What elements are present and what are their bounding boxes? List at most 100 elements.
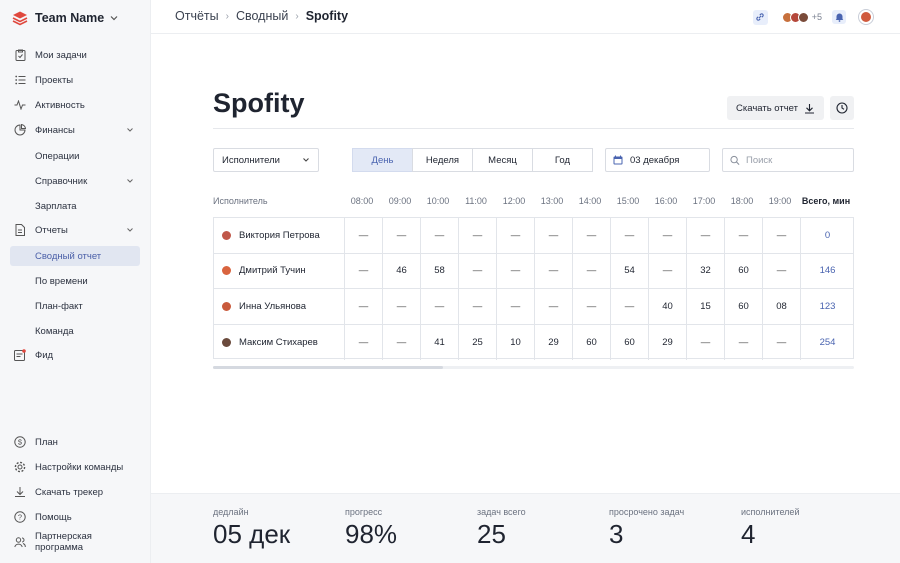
sidebar-item-projects[interactable]: Проекты: [10, 70, 140, 90]
sidebar-item-reports[interactable]: Отчеты: [10, 220, 140, 240]
avatar: [222, 301, 231, 311]
sidebar-item-partner-program[interactable]: Партнерская программа: [10, 531, 140, 553]
clock-icon: [836, 102, 848, 114]
chevron-down-icon: [110, 16, 118, 21]
hour-cell: —: [420, 218, 458, 253]
stat-label: прогресс: [345, 507, 383, 517]
hour-cell: 29: [648, 324, 686, 360]
hour-cell: 29: [534, 324, 572, 360]
user-avatar[interactable]: [858, 9, 874, 25]
sidebar-item-label: Активность: [35, 99, 85, 111]
stat-value: 98%: [345, 519, 398, 549]
sidebar-item-label: Фид: [35, 349, 54, 361]
sidebar-item-my-tasks[interactable]: Мои задачи: [10, 45, 140, 65]
dollar-icon: $: [14, 436, 26, 448]
hour-cell: 40: [648, 289, 686, 324]
column-header-hour: 12:00: [502, 196, 526, 206]
sidebar-item-salary[interactable]: Зарплата: [10, 196, 140, 216]
team-switcher[interactable]: Team Name: [12, 9, 118, 27]
hour-cell: —: [382, 218, 420, 253]
tab-year[interactable]: Год: [532, 148, 593, 172]
chevron-down-icon: [127, 179, 133, 183]
table-scrollbar[interactable]: [213, 366, 854, 369]
sidebar-item-summary-report[interactable]: Сводный отчет: [10, 246, 140, 266]
column-header-hour: 14:00: [578, 196, 602, 206]
link-button[interactable]: [752, 9, 768, 25]
hour-cell: —: [762, 218, 800, 253]
sidebar-item-operations[interactable]: Операции: [10, 146, 140, 166]
history-button[interactable]: [830, 96, 854, 120]
hour-cell: —: [724, 324, 762, 360]
column-header-hour: 19:00: [768, 196, 792, 206]
sidebar-item-label: Отчеты: [35, 224, 68, 236]
hour-cell: —: [458, 218, 496, 253]
total-cell[interactable]: 0: [800, 218, 854, 253]
column-header-total: Всего, мин: [801, 196, 851, 206]
bell-icon: [835, 13, 843, 22]
chevron-down-icon: [127, 228, 133, 232]
table-row[interactable]: Виктория Петрова — — — — — — — — — — — —0: [214, 218, 853, 254]
sidebar-item-finance[interactable]: Финансы: [10, 120, 140, 140]
topbar: Отчёты › Сводный › Spofity +5: [151, 0, 900, 34]
chevron-down-icon: [303, 158, 309, 162]
table-row[interactable]: Максим Стихарев — —41 25 10 29 60 60 29— — —254: [214, 324, 854, 360]
team-avatars[interactable]: +5: [781, 11, 822, 23]
hour-cell: —: [458, 289, 496, 324]
total-cell[interactable]: 254: [800, 324, 854, 360]
sidebar-item-directory[interactable]: Справочник: [10, 171, 140, 191]
table-row[interactable]: Инна Ульянова — — — — — — — —40 15 60 08 123: [214, 289, 853, 325]
svg-text:?: ?: [18, 513, 22, 522]
hour-cell: 54: [610, 253, 648, 288]
executors-select[interactable]: Исполнители: [213, 148, 319, 172]
hour-cell: —: [572, 289, 610, 324]
sidebar-item-activity[interactable]: Активность: [10, 95, 140, 115]
breadcrumb-current: Spofity: [305, 9, 349, 23]
sidebar-item-plan[interactable]: $ План: [10, 432, 140, 452]
hour-cell: —: [534, 289, 572, 324]
hour-cell: —: [686, 324, 724, 360]
clipboard-icon: [14, 49, 26, 61]
sidebar-item-label: Помощь: [35, 511, 72, 523]
notifications-button[interactable]: [832, 10, 846, 24]
breadcrumb-summary[interactable]: Сводный: [236, 9, 288, 23]
sidebar-item-label: Операции: [35, 150, 80, 162]
column-header-hour: 16:00: [654, 196, 678, 206]
scrollbar-thumb[interactable]: [213, 366, 443, 369]
hour-cell: —: [762, 253, 800, 288]
sidebar-item-label: Мои задачи: [35, 49, 87, 61]
hour-cell: —: [610, 218, 648, 253]
search-box: [722, 148, 854, 172]
sidebar-item-plan-fact[interactable]: План-факт: [10, 296, 140, 316]
total-cell[interactable]: 146: [800, 253, 854, 288]
document-icon: [14, 224, 26, 236]
sidebar-item-team[interactable]: Команда: [10, 321, 140, 341]
hour-cell: —: [496, 253, 534, 288]
sidebar-item-download-tracker[interactable]: Скачать трекер: [10, 482, 140, 502]
hour-cell: —: [420, 289, 458, 324]
tab-week[interactable]: Неделя: [412, 148, 473, 172]
sidebar-item-team-settings[interactable]: Настройки команды: [10, 457, 140, 477]
stat-value: 3: [609, 519, 624, 549]
sidebar-item-help[interactable]: ? Помощь: [10, 507, 140, 527]
download-report-button[interactable]: Скачать отчет: [727, 96, 824, 120]
sidebar-item-label: Сводный отчет: [35, 250, 102, 262]
pie-icon: [14, 124, 26, 136]
download-report-label: Скачать отчет: [736, 102, 798, 114]
sidebar-item-feed[interactable]: Фид: [10, 345, 140, 365]
hour-cell: —: [762, 324, 800, 360]
date-picker[interactable]: 03 декабря: [605, 148, 710, 172]
users-icon: [14, 536, 26, 548]
breadcrumb-reports[interactable]: Отчёты: [175, 9, 219, 23]
stat-value: 25: [477, 519, 506, 549]
total-cell[interactable]: 123: [800, 289, 854, 324]
tab-day[interactable]: День: [352, 148, 413, 172]
date-value: 03 декабря: [630, 154, 680, 166]
table-row[interactable]: Дмитрий Тучин —46 58— — — —54—32 60—146: [214, 253, 854, 289]
sidebar-item-by-time[interactable]: По времени: [10, 271, 140, 291]
stat-block: просрочено задач 3: [609, 507, 684, 550]
column-header-hour: 18:00: [730, 196, 754, 206]
executor-name: Максим Стихарев: [239, 336, 318, 348]
sidebar-item-label: Команда: [35, 325, 74, 337]
tab-month[interactable]: Месяц: [472, 148, 533, 172]
search-input[interactable]: [746, 154, 846, 166]
